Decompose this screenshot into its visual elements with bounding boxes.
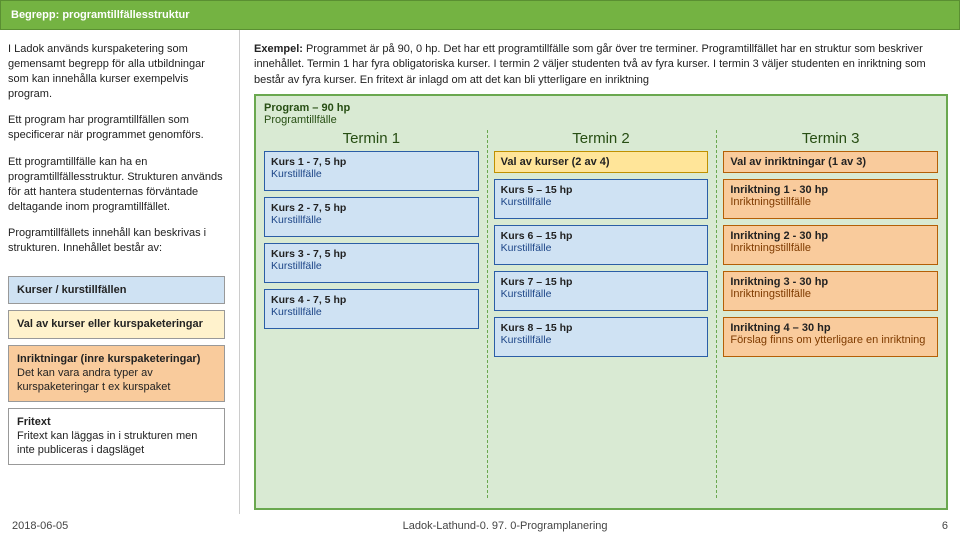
term-3: Termin 3 Val av inriktningar (1 av 3) In… [716, 130, 938, 498]
inrikt-card: Inriktning 2 - 30 hpInriktningstillfälle [723, 225, 938, 265]
program-box: Program – 90 hp Programtillfälle Termin … [254, 94, 948, 510]
footer-page: 6 [942, 520, 948, 532]
kurs-card: Kurs 3 - 7, 5 hpKurstillfälle [264, 243, 479, 283]
inrikt-card: Inriktning 3 - 30 hpInriktningstillfälle [723, 271, 938, 311]
left-column: I Ladok används kurspaketering som gemen… [0, 30, 240, 514]
term-2: Termin 2 Val av kurser (2 av 4) Kurs 5 –… [487, 130, 709, 498]
box-fritext: FritextFritext kan läggas in i strukture… [8, 408, 225, 465]
terms: Termin 1 Kurs 1 - 7, 5 hpKurstillfälle K… [264, 130, 938, 498]
intro-p4: Programtillfällets innehåll kan beskriva… [8, 226, 225, 256]
box-val: Val av kurser eller kurspaketeringar [8, 310, 225, 338]
right-column: Exempel: Programmet är på 90, 0 hp. Det … [240, 30, 960, 514]
footer-center: Ladok-Lathund-0. 97. 0-Programplanering [403, 520, 608, 532]
inrikt-card: Inriktning 4 – 30 hpFörslag finns om ytt… [723, 317, 938, 357]
term-head: Termin 2 [494, 130, 709, 147]
term-1: Termin 1 Kurs 1 - 7, 5 hpKurstillfälle K… [264, 130, 479, 498]
kurs-card: Kurs 4 - 7, 5 hpKurstillfälle [264, 289, 479, 329]
footer: 2018-06-05 Ladok-Lathund-0. 97. 0-Progra… [0, 514, 960, 540]
kurs-card: Kurs 7 – 15 hpKurstillfälle [494, 271, 709, 311]
val-heading: Val av kurser (2 av 4) [494, 151, 709, 173]
term-head: Termin 3 [723, 130, 938, 147]
kurs-card: Kurs 8 – 15 hpKurstillfälle [494, 317, 709, 357]
kurs-card: Kurs 2 - 7, 5 hpKurstillfälle [264, 197, 479, 237]
content-boxes: Kurser / kurstillfällen Val av kurser el… [8, 276, 225, 464]
kurs-card: Kurs 6 – 15 hpKurstillfälle [494, 225, 709, 265]
kurs-card: Kurs 5 – 15 hpKurstillfälle [494, 179, 709, 219]
kurs-card: Kurs 1 - 7, 5 hpKurstillfälle [264, 151, 479, 191]
main: I Ladok används kurspaketering som gemen… [0, 30, 960, 514]
box-inriktningar: Inriktningar (inre kurspaketeringar)Det … [8, 345, 225, 402]
inrikt-card: Inriktning 1 - 30 hpInriktningstillfälle [723, 179, 938, 219]
intro-p2: Ett program har programtillfällen som sp… [8, 113, 225, 143]
footer-date: 2018-06-05 [12, 520, 68, 532]
page-title: Begrepp: programtillfällesstruktur [0, 0, 960, 30]
intro-p1: I Ladok används kurspaketering som gemen… [8, 42, 225, 101]
program-title: Program – 90 hp [264, 102, 938, 114]
term-head: Termin 1 [264, 130, 479, 147]
inrikt-heading: Val av inriktningar (1 av 3) [723, 151, 938, 173]
program-sub: Programtillfälle [264, 114, 938, 126]
example-text: Exempel: Programmet är på 90, 0 hp. Det … [254, 42, 948, 88]
box-kurser: Kurser / kurstillfällen [8, 276, 225, 304]
intro-p3: Ett programtillfälle kan ha en programti… [8, 155, 225, 214]
